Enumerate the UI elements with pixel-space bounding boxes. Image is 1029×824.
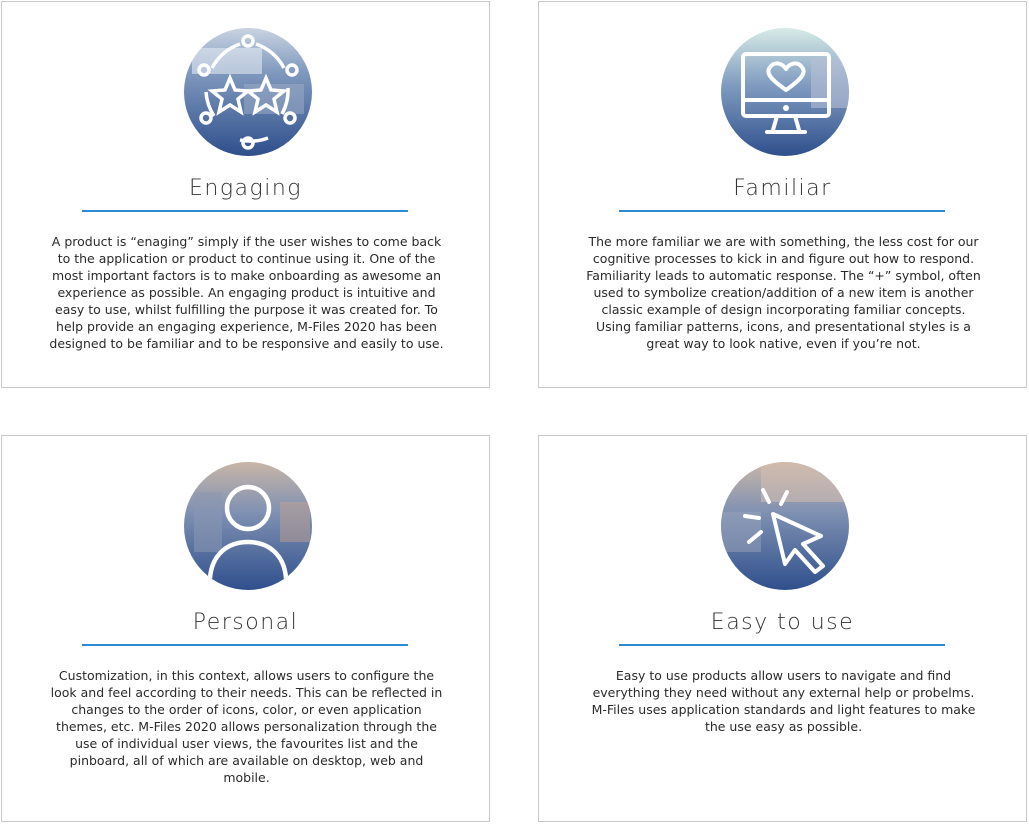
card-description: The more familiar we are with something,… [586,234,981,351]
card-title: Easy to use [710,610,855,635]
personal-medallion [184,462,312,590]
cursor-click-icon [721,462,849,590]
engaging-medallion [184,28,312,156]
monitor-heart-icon [721,28,849,156]
user-icon [184,462,312,590]
card-easy-to-use: Easy to use Easy to use products allow u… [538,435,1027,822]
card-familiar: Familiar The more familiar we are with s… [538,1,1027,388]
title-divider [619,644,945,646]
stars-network-icon [184,28,312,156]
card-personal: Personal Customization, in this context,… [1,435,490,822]
card-title: Engaging [189,176,302,201]
title-divider [82,644,408,646]
card-title: Familiar [733,176,832,201]
card-title: Personal [192,610,299,635]
card-engaging: Engaging A product is “enaging” simply i… [1,1,490,388]
card-description: A product is “enaging” simply if the use… [49,234,444,351]
easy-to-use-medallion [721,462,849,590]
title-divider [82,210,408,212]
card-description: Easy to use products allow users to navi… [591,668,976,734]
familiar-medallion [721,28,849,156]
card-description: Customization, in this context, allows u… [50,668,443,785]
title-divider [619,210,945,212]
